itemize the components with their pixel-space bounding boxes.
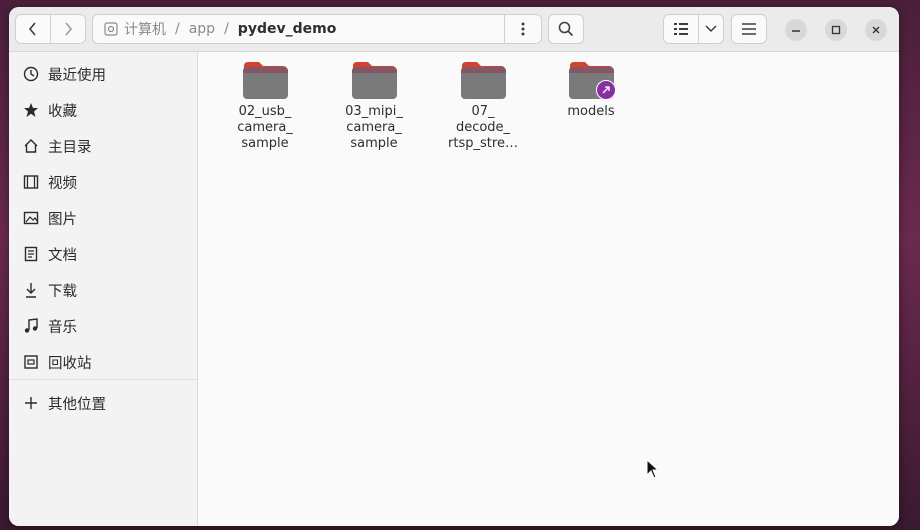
path-bar: 计算机 / app / pydev_demo [92,14,542,44]
hamburger-menu-icon [742,23,756,35]
sidebar-item-label: 下载 [48,283,77,300]
sidebar-item-recent[interactable]: 最近使用 [9,57,197,91]
sidebar-item-other-locations[interactable]: 其他位置 [9,386,197,420]
folder-icon [460,60,506,100]
sidebar-item-label: 视频 [48,175,77,192]
breadcrumb-separator: / [175,21,180,37]
sidebar-item-home[interactable]: 主目录 [9,129,197,163]
sidebar-item-downloads[interactable]: 下载 [9,273,197,307]
symlink-arrow-icon [596,80,616,100]
sidebar-item-label: 音乐 [48,319,77,336]
video-icon [22,174,40,190]
home-icon [22,138,40,154]
file-name: 07_ decode_ rtsp_stre… [448,104,518,151]
image-icon [22,210,40,226]
path-menu-button[interactable] [504,14,541,44]
file-name: models [567,104,615,119]
sidebar-item-label: 回收站 [48,355,92,372]
folder-icon [568,60,616,100]
sidebar-item-label: 文档 [48,247,77,264]
sidebar-item-videos[interactable]: 视频 [9,165,197,199]
file-name: 02_usb_ camera_ sample [237,104,293,151]
list-view-button[interactable] [663,14,699,44]
breadcrumb-app[interactable]: app [189,21,215,37]
breadcrumb-computer[interactable]: 计算机 [124,19,166,39]
breadcrumb-current[interactable]: pydev_demo [238,21,337,37]
main-menu-button[interactable] [731,14,767,44]
maximize-icon [831,25,841,35]
folder-item[interactable]: 07_ decode_ rtsp_stre… [433,60,533,152]
folder-icon [242,60,288,100]
maximize-button[interactable] [825,19,847,41]
chevron-right-icon [65,22,73,36]
close-icon [872,26,880,34]
minimize-icon [792,30,800,32]
sidebar-item-label: 最近使用 [48,67,106,84]
music-icon [22,318,40,334]
sidebar-item-label: 其他位置 [48,396,106,413]
folder-icon [351,60,397,100]
forward-button[interactable] [50,14,86,44]
mouse-pointer-icon [646,459,660,479]
document-icon [22,246,40,262]
sidebar-item-starred[interactable]: 收藏 [9,93,197,127]
drive-icon [104,22,118,36]
search-button[interactable] [548,14,584,44]
sidebar-item-label: 收藏 [48,103,77,120]
sidebar-item-documents[interactable]: 文档 [9,237,197,271]
chevron-left-icon [28,22,36,36]
folder-link-item[interactable]: models [541,60,641,120]
clock-icon [22,66,40,82]
plus-icon [22,396,40,410]
sidebar-item-pictures[interactable]: 图片 [9,201,197,235]
list-view-icon [674,23,688,35]
view-options-dropdown[interactable] [698,14,724,44]
chevron-down-icon [705,25,717,33]
back-button[interactable] [15,14,51,44]
star-icon [22,102,40,118]
sidebar-divider [9,379,197,380]
header-bar: 计算机 / app / pydev_demo [9,7,899,52]
sidebar-item-trash[interactable]: 回收站 [9,345,197,379]
trash-icon [22,354,40,370]
file-manager-window: 计算机 / app / pydev_demo 最近使用 收藏 主目录 视频 图片… [9,7,899,526]
sidebar: 最近使用 收藏 主目录 视频 图片 文档 下载 音乐 回收站 其他位置 [9,52,198,526]
sidebar-item-music[interactable]: 音乐 [9,309,197,343]
close-button[interactable] [865,19,887,41]
search-icon [558,21,574,37]
breadcrumb-separator: / [224,21,229,37]
more-vertical-icon [521,22,525,36]
file-view: 02_usb_ camera_ sample 03_mipi_ camera_ … [198,52,899,526]
download-icon [22,282,40,298]
folder-item[interactable]: 02_usb_ camera_ sample [215,60,315,152]
sidebar-item-label: 主目录 [48,139,92,156]
sidebar-item-label: 图片 [48,211,77,228]
file-name: 03_mipi_ camera_ sample [345,104,403,151]
folder-item[interactable]: 03_mipi_ camera_ sample [324,60,424,152]
minimize-button[interactable] [785,19,807,41]
